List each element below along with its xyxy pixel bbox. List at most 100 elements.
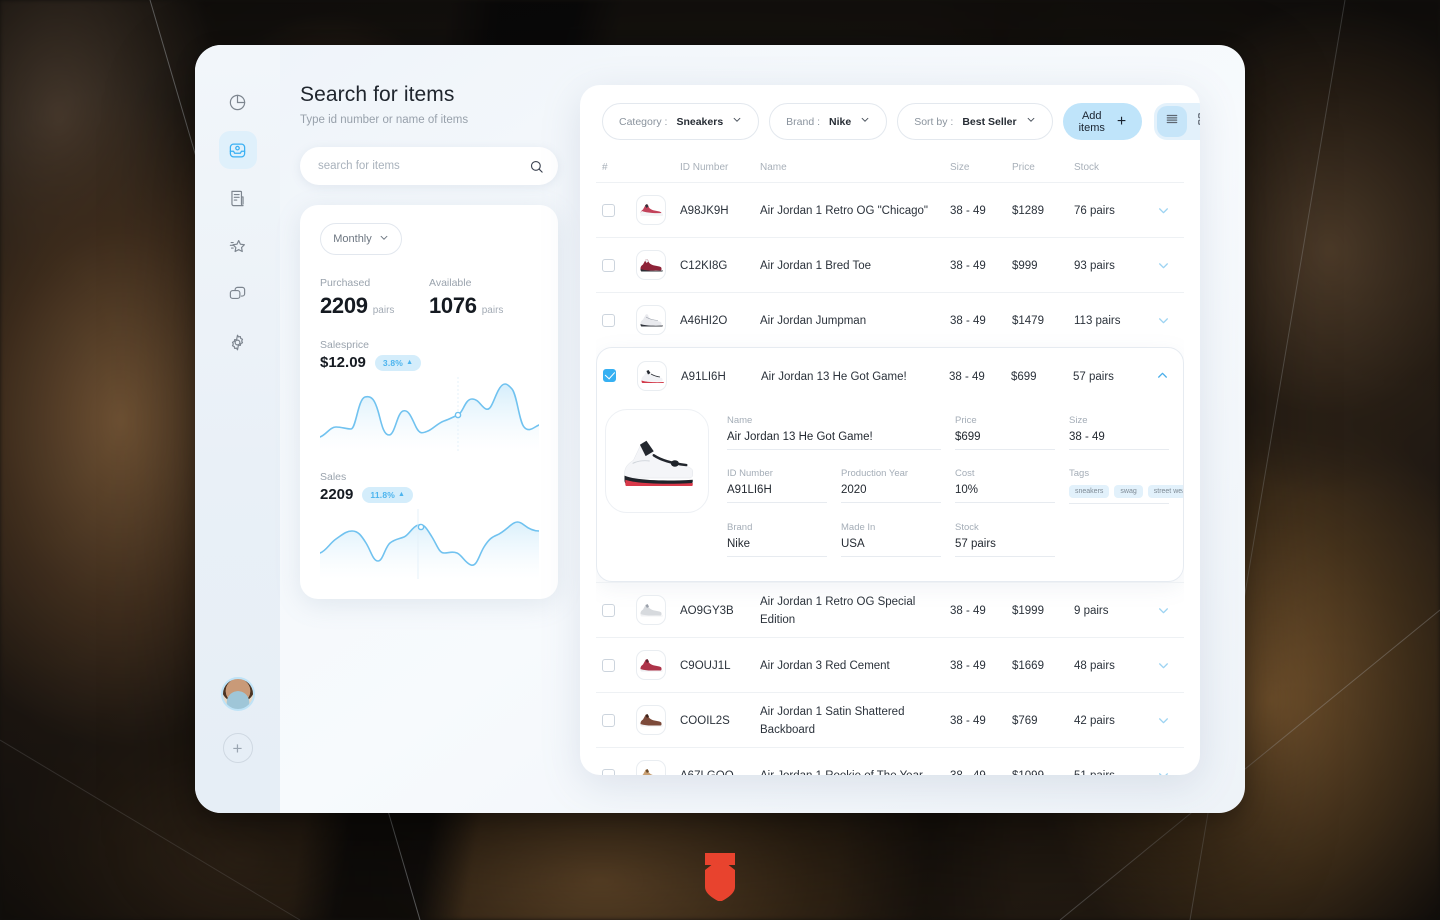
product-thumbnail [637,360,667,391]
filter-sort[interactable]: Sort by : Best Seller [897,103,1053,140]
cell-size: 38 - 49 [950,260,986,272]
sidebar-item-inventory[interactable] [218,131,257,169]
period-select[interactable]: Monthly [320,223,402,255]
row-checkbox[interactable] [602,603,615,617]
page-title: Search for items [300,83,455,106]
period-select-label: Monthly [333,233,372,245]
add-items-label: Add items [1078,109,1105,134]
collapse-row-chevron-up-icon[interactable] [1156,369,1169,382]
avatar[interactable] [220,677,255,711]
grid-view-button[interactable] [1189,106,1200,137]
row-checkbox[interactable] [602,313,615,327]
expanded-item-card: A91LI6H Air Jordan 13 He Got Game! 38 - … [596,347,1184,582]
table-row[interactable]: A46HI2O Air Jordan Jumpman 38 - 49 $1479… [596,292,1184,347]
tag-chip[interactable]: street wear [1147,485,1183,498]
filter-sort-label: Sort by : [914,115,954,128]
search-icon[interactable] [529,159,544,174]
metric-salesprice-label: Salesprice [320,339,370,351]
detail-made-in-value[interactable]: USA [841,538,941,557]
cell-id: COOIL2S [680,715,730,727]
receipt-document-icon [228,189,247,208]
column-header-price: Price [1012,162,1035,173]
expand-row-chevron-down-icon[interactable] [1157,259,1170,272]
cell-name: Air Jordan 1 Rookie of The Year [760,770,923,775]
filter-category-label: Category : [619,115,668,128]
search-box[interactable] [300,147,558,185]
tag-chip[interactable]: sneakers [1069,485,1110,498]
table-row[interactable]: COOIL2S Air Jordan 1 Satin Shattered Bac… [596,692,1184,747]
cell-name: Air Jordan 1 Satin Shattered Backboard [760,706,905,736]
metric-sales-label: Sales [320,471,347,483]
sneaker-icon [641,369,664,383]
expand-row-chevron-down-icon[interactable] [1157,714,1170,727]
chevron-down-icon [1026,115,1036,128]
row-checkbox[interactable] [602,658,615,672]
row-checkbox[interactable] [602,258,615,272]
cell-stock: 48 pairs [1074,660,1115,672]
table-header: # ID Number Name Size Price Stock [596,140,1184,182]
metric-sales-delta: 11.8% [370,489,396,500]
detail-id-value[interactable]: A91LI6H [727,484,827,503]
kpi-purchased-unit: pairs [372,305,395,316]
detail-field-brand: Brand Nike [727,522,827,557]
sidebar-item-analytics[interactable] [219,83,257,121]
detail-stock-value[interactable]: 57 pairs [955,538,1055,557]
filter-category[interactable]: Category : Sneakers [602,103,760,140]
chevron-down-icon [860,115,870,128]
table-row[interactable]: C9OUJ1L Air Jordan 3 Red Cement 38 - 49 … [596,637,1184,692]
add-items-button[interactable]: Add items + [1062,103,1143,140]
detail-size-value[interactable]: 38 - 49 [1069,431,1169,450]
expand-row-chevron-down-icon[interactable] [1157,604,1170,617]
column-header-name: Name [760,162,787,173]
row-checkbox[interactable] [602,203,615,217]
row-checkbox[interactable] [602,768,615,775]
list-view-button[interactable] [1157,106,1188,137]
detail-production-year-label: Production Year [841,468,909,479]
product-detail-image [605,409,709,513]
sneaker-icon [640,259,663,272]
detail-name-value[interactable]: Air Jordan 13 He Got Game! [727,431,941,450]
expand-row-chevron-down-icon[interactable] [1157,204,1170,217]
expand-row-chevron-down-icon[interactable] [1157,769,1170,775]
sidebar-item-favorites[interactable] [219,227,257,265]
sidebar-item-settings[interactable] [219,323,257,361]
detail-production-year-value[interactable]: 2020 [841,484,941,503]
cell-name: Air Jordan 3 Red Cement [760,660,890,672]
kpi-row: Purchased 2209 pairs Available 1076 pair… [320,277,538,319]
detail-cost-value[interactable]: 10% [955,484,1055,503]
filter-brand[interactable]: Brand : Nike [769,103,888,140]
row-checkbox-checked[interactable] [603,369,616,382]
search-input[interactable] [318,160,529,172]
chevron-down-icon [379,233,389,246]
detail-brand-value[interactable]: Nike [727,538,827,557]
sidebar-footer: + [220,677,255,813]
cell-price: $1289 [1012,205,1044,217]
cell-price: $999 [1012,260,1038,272]
table-row[interactable]: A98JK9H Air Jordan 1 Retro OG "Chicago" … [596,182,1184,237]
detail-field-price: Price $699 [955,415,1055,450]
table-row[interactable]: A67LGOQ Air Jordan 1 Rookie of The Year … [596,747,1184,775]
cell-size: 38 - 49 [950,660,986,672]
detail-price-value[interactable]: $699 [955,431,1055,450]
cell-price: $769 [1012,715,1038,727]
sidebar-item-orders[interactable] [219,179,257,217]
row-checkbox[interactable] [602,713,615,727]
cell-name: Air Jordan 1 Bred Toe [760,260,872,272]
cell-name: Air Jordan 1 Retro OG Special Edition [760,596,916,626]
trend-up-icon: ▲ [406,359,414,366]
table-row[interactable]: AO9GY3B Air Jordan 1 Retro OG Special Ed… [596,582,1184,637]
column-header-size: Size [950,162,970,173]
table-row[interactable]: C12KI8G Air Jordan 1 Bred Toe 38 - 49 $9… [596,237,1184,292]
table-row-selected[interactable]: A91LI6H Air Jordan 13 He Got Game! 38 - … [597,348,1183,403]
product-thumbnail [636,195,666,225]
tag-chip[interactable]: swag [1114,485,1143,498]
sneaker-large-icon [624,440,693,486]
cell-name: Air Jordan 13 He Got Game! [761,370,907,383]
items-panel: Category : Sneakers Brand : Nike Sort by… [580,85,1200,775]
cell-stock: 51 pairs [1074,770,1115,775]
expand-row-chevron-down-icon[interactable] [1157,659,1170,672]
cell-stock: 113 pairs [1074,315,1121,327]
expand-row-chevron-down-icon[interactable] [1157,314,1170,327]
sidebar-item-layers[interactable] [219,275,257,313]
add-account-button[interactable]: + [222,733,253,763]
